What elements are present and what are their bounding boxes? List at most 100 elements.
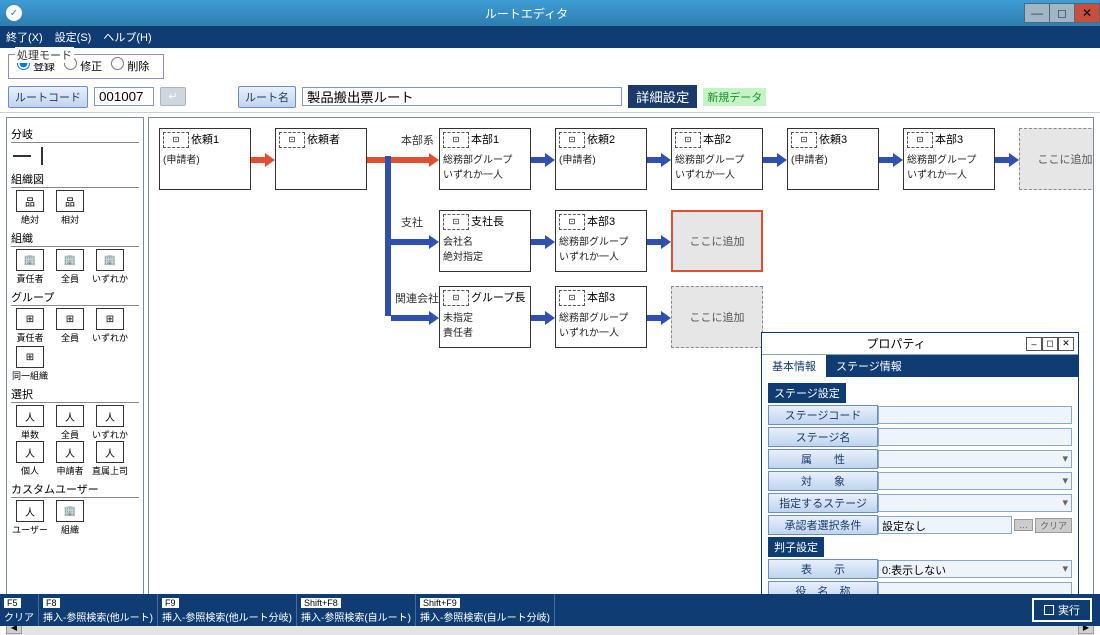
palette-item[interactable]: ⊞いずれか	[91, 308, 129, 344]
palette-item[interactable]: ⊞全員	[51, 308, 89, 344]
flow-node[interactable]: ⊡本部3総務部グループいずれか一人	[555, 286, 647, 348]
flow-arrow	[531, 156, 555, 164]
palette-item[interactable]: 品相対	[51, 190, 89, 226]
flow-node[interactable]: ⊡依頼3(申請者)	[787, 128, 879, 190]
palette-item-label: いずれか	[91, 331, 129, 344]
property-title: プロパティ	[766, 335, 1026, 352]
row-label: 支社	[401, 214, 423, 230]
prop-max-button[interactable]: ◻	[1042, 337, 1058, 351]
flow-arrow	[391, 238, 439, 246]
flow-arrow	[251, 156, 275, 164]
palette-section-title: 分岐	[11, 126, 139, 143]
route-name-input[interactable]	[302, 87, 622, 106]
palette-item[interactable]: 人申請者	[51, 441, 89, 477]
minimize-button[interactable]: —	[1024, 3, 1050, 23]
property-value-input[interactable]	[878, 406, 1072, 424]
palette-item[interactable]: ⊞責任者	[11, 308, 49, 344]
detail-settings-button[interactable]: 詳細設定	[628, 85, 697, 108]
org-icon: 品	[16, 190, 44, 212]
flow-node[interactable]: ⊡グループ長未指定責任者	[439, 286, 531, 348]
property-value-input[interactable]: ▾	[878, 450, 1072, 468]
flow-node[interactable]: ⊡本部3総務部グループいずれか一人	[555, 210, 647, 272]
node-icon: ⊡	[163, 132, 189, 148]
palette-item-label: 全員	[51, 331, 89, 344]
property-label: 対 象	[768, 471, 878, 491]
palette-item[interactable]: 人ユーザー	[11, 500, 49, 536]
tab-basic[interactable]: 基本情報	[762, 355, 826, 377]
node-subtitle: (申請者)	[559, 151, 643, 166]
palette-item[interactable]: 人いずれか	[91, 405, 129, 441]
palette-item[interactable]: 🏢組織	[51, 500, 89, 536]
grp-icon: ⊞	[16, 346, 44, 368]
footer-shortcut-button[interactable]: Shift+F9挿入-参照検索(自ルート分岐)	[416, 594, 555, 626]
node-title: 依頼3	[819, 134, 847, 146]
node-title: 本部2	[703, 134, 731, 146]
tab-stage[interactable]: ステージ情報	[826, 355, 912, 377]
canvas[interactable]: ここに追加⊡本部3総務部グループいずれか一人⊡グループ長未指定責任者関連会社ここ…	[148, 117, 1094, 615]
maximize-button[interactable]: ◻	[1049, 3, 1075, 23]
palette-item[interactable]: ⊞同一組織	[11, 346, 49, 382]
property-browse-button[interactable]: …	[1014, 519, 1033, 531]
flow-node[interactable]: ⊡依頼1(申請者)	[159, 128, 251, 190]
flow-node[interactable]: ⊡本部1総務部グループいずれか一人	[439, 128, 531, 190]
property-value-input[interactable]: ▾	[878, 494, 1072, 512]
property-clear-button[interactable]: クリア	[1035, 518, 1072, 533]
property-label: 属 性	[768, 449, 878, 469]
flow-node[interactable]: ⊡本部3総務部グループいずれか一人	[903, 128, 995, 190]
route-name-label: ルート名	[238, 86, 296, 108]
property-row: 表 示0:表示しない ▾	[768, 559, 1072, 579]
palette-item[interactable]: 🏢責任者	[11, 249, 49, 285]
node-icon: ⊡	[443, 290, 469, 306]
menu-settings[interactable]: 設定(S)	[55, 29, 92, 45]
palette-item-label: 責任者	[11, 331, 49, 344]
palette-item[interactable]: 🏢いずれか	[91, 249, 129, 285]
palette: 分岐組織図品絶対品相対組織🏢責任者🏢全員🏢いずれかグループ⊞責任者⊞全員⊞いずれ…	[6, 117, 144, 615]
palette-item[interactable]: 人全員	[51, 405, 89, 441]
add-node-placeholder[interactable]: ここに追加	[1019, 128, 1094, 190]
palette-item-label: 申請者	[51, 464, 89, 477]
flow-arrow	[763, 156, 787, 164]
property-value-input[interactable]: 設定なし	[878, 516, 1012, 534]
run-button[interactable]: 実行	[1032, 598, 1092, 622]
footer-shortcut-button[interactable]: F8挿入-参照検索(他ルート)	[39, 594, 158, 626]
palette-item-label: 全員	[51, 428, 89, 441]
footer-shortcut-button[interactable]: F9挿入-参照検索(他ルート分岐)	[158, 594, 297, 626]
palette-item[interactable]: 🏢全員	[51, 249, 89, 285]
footer-shortcut-button[interactable]: Shift+F8挿入-参照検索(自ルート)	[297, 594, 416, 626]
menu-exit[interactable]: 終了(X)	[6, 29, 43, 45]
palette-item[interactable]: 品絶対	[11, 190, 49, 226]
mode-legend: 処理モード	[15, 47, 74, 63]
node-subtitle: (申請者)	[163, 151, 247, 166]
palette-item[interactable]	[11, 145, 49, 167]
property-label: 承認者選択条件	[768, 515, 878, 535]
mode-delete[interactable]: 削除	[111, 61, 149, 73]
palette-item-label: 全員	[51, 272, 89, 285]
flow-node[interactable]: ⊡支社長会社名絶対指定	[439, 210, 531, 272]
add-node-placeholder[interactable]: ここに追加	[671, 210, 763, 272]
property-label: ステージコード	[768, 405, 878, 425]
footer-shortcut-button[interactable]: F5クリア	[0, 594, 39, 626]
node-subtitle: 総務部グループいずれか一人	[675, 151, 759, 181]
property-section-header: ステージ設定	[768, 383, 846, 403]
palette-section-title: 組織図	[11, 171, 139, 188]
flow-node[interactable]: ⊡依頼2(申請者)	[555, 128, 647, 190]
node-subtitle: 未指定責任者	[443, 309, 527, 339]
flow-node[interactable]: ⊡本部2総務部グループいずれか一人	[671, 128, 763, 190]
property-value-input[interactable]	[878, 428, 1072, 446]
add-node-placeholder[interactable]: ここに追加	[671, 286, 763, 348]
property-row: 対 象 ▾	[768, 471, 1072, 491]
palette-item[interactable]: 人直属上司	[91, 441, 129, 477]
node-icon: ⊡	[443, 214, 469, 230]
palette-item[interactable]: 人個人	[11, 441, 49, 477]
palette-item-label: 同一組織	[11, 369, 49, 382]
flow-node[interactable]: ⊡依頼者	[275, 128, 367, 190]
route-code-go-button[interactable]: ↵	[160, 87, 186, 106]
property-value-input[interactable]: ▾	[878, 472, 1072, 490]
prop-min-button[interactable]: –	[1026, 337, 1042, 351]
menu-help[interactable]: ヘルプ(H)	[103, 29, 151, 45]
route-code-input[interactable]	[94, 87, 154, 106]
palette-item[interactable]: 人単数	[11, 405, 49, 441]
prop-close-button[interactable]: ✕	[1058, 337, 1074, 351]
close-button[interactable]: ✕	[1074, 3, 1100, 23]
property-value-input[interactable]: 0:表示しない ▾	[878, 560, 1072, 578]
